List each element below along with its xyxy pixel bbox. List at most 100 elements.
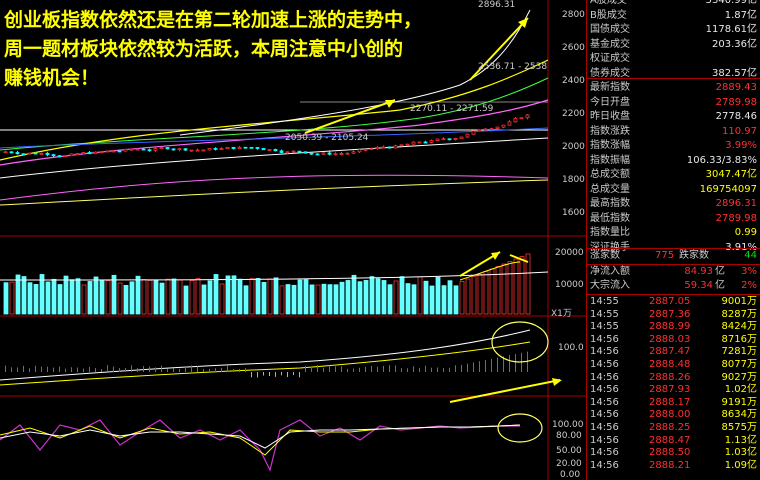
ma-line-magenta-low <box>0 174 549 201</box>
stat-row: 指数振幅 106.33/3.83% <box>587 154 760 169</box>
indicator1-bar <box>215 368 216 372</box>
indicator1-bar <box>233 368 234 372</box>
tick-row[interactable]: 14:56 2888.47 1.13亿 <box>587 435 760 448</box>
tick-price: 2888.21 <box>649 459 691 471</box>
candle-body <box>81 152 86 154</box>
volume-bar <box>453 285 459 315</box>
stat-label: 指数涨跌 <box>590 125 630 137</box>
stat-label: 指数涨幅 <box>590 140 630 151</box>
candle-body <box>441 138 446 141</box>
tick-row[interactable]: 14:56 2888.21 1.09亿 <box>587 460 760 473</box>
tick-row[interactable]: 14:56 2888.00 8634万 <box>587 409 760 422</box>
tick-volume: 1.13亿 <box>724 434 757 446</box>
tick-row[interactable]: 14:56 2888.48 8077万 <box>587 359 760 372</box>
tick-row[interactable]: 14:55 2888.99 8424万 <box>587 321 760 334</box>
candle-body <box>375 146 380 150</box>
candle-body <box>507 121 512 126</box>
indicator2-axis-label: 0.00 <box>560 470 581 480</box>
volume-bar <box>369 276 375 315</box>
candle-body <box>423 141 428 144</box>
stat-label: 昨日收盘 <box>590 111 630 122</box>
volume-bar <box>105 280 111 315</box>
volume-bar <box>483 271 489 315</box>
volume-bar <box>513 258 519 315</box>
candle-body <box>183 148 188 151</box>
candle-body <box>399 144 404 147</box>
volume-bar <box>159 282 165 315</box>
headline-line-1: 创业板指数依然还是在第二轮加速上涨的走势中， <box>4 9 423 31</box>
indicator1-bar <box>179 368 180 372</box>
indicator1-bar <box>95 368 96 372</box>
candle-body <box>195 149 200 152</box>
tick-volume: 9191万 <box>721 396 757 408</box>
volume-axis-label: 10000 <box>555 280 584 290</box>
indicator1-line-white <box>0 329 531 381</box>
indicator1-bar <box>413 366 414 372</box>
candle-body <box>405 143 410 146</box>
down-count-value: 44 <box>744 250 757 261</box>
price-axis-label: 2000 <box>562 142 585 152</box>
indicator1-bar <box>281 372 282 376</box>
volume-bar <box>57 284 63 315</box>
indicator1-bar <box>35 365 36 372</box>
candle-body <box>363 148 368 151</box>
volume-unit-label: X1万 <box>551 309 572 319</box>
volume-bar <box>399 276 405 315</box>
tick-time: 14:56 <box>590 434 619 446</box>
indicator1-bar <box>485 360 486 372</box>
tick-row[interactable]: 14:56 2888.25 8575万 <box>587 422 760 435</box>
indicator1-bar <box>335 366 336 372</box>
flow-value: 59.34 <box>684 280 713 291</box>
price-axis-label: 1800 <box>562 175 585 185</box>
indicator1-bar <box>185 366 186 372</box>
price-axis-label: 2800 <box>562 10 585 20</box>
kline-chart-area[interactable]: 2800 2600 2400 2200 2000 1800 1600 2896.… <box>0 0 586 480</box>
indicator1-bar <box>389 365 390 372</box>
volume-bar <box>423 280 429 315</box>
candle-body <box>261 148 266 151</box>
candle-body <box>333 153 338 156</box>
tick-time: 14:56 <box>590 384 619 396</box>
tick-row[interactable]: 14:56 2887.93 1.02亿 <box>587 384 760 397</box>
candle-body <box>435 138 440 141</box>
tick-row[interactable]: 14:56 2888.03 8716万 <box>587 334 760 347</box>
tick-price: 2887.05 <box>649 296 691 307</box>
tick-row[interactable]: 14:55 2887.36 8287万 <box>587 309 760 322</box>
volume-bar <box>345 280 351 315</box>
tick-row[interactable]: 14:56 2887.47 7281万 <box>587 346 760 359</box>
tick-time: 14:55 <box>590 296 619 307</box>
candle-body <box>15 152 20 155</box>
candle-body <box>39 152 44 155</box>
tick-time: 14:56 <box>590 396 619 408</box>
indicator1-bar <box>365 366 366 372</box>
tick-price: 2888.47 <box>649 434 691 446</box>
stat-label: 基金成交 <box>590 38 630 50</box>
volume-bar <box>51 278 57 315</box>
volume-bar <box>375 278 381 315</box>
volume-bar <box>141 279 147 315</box>
candle-body <box>291 150 296 153</box>
tick-volume: 8575万 <box>721 422 757 433</box>
volume-bar <box>21 276 27 315</box>
tick-row[interactable]: 14:56 2888.50 1.03亿 <box>587 447 760 460</box>
candle-body <box>249 146 254 149</box>
tick-volume: 1.03亿 <box>724 447 757 459</box>
candle-body <box>267 149 272 151</box>
volume-bar <box>165 278 171 315</box>
tick-row[interactable]: 14:56 2888.17 9191万 <box>587 397 760 410</box>
indicator1-bar <box>137 368 138 372</box>
candle-body <box>219 148 224 151</box>
tick-row[interactable]: 14:55 2887.05 9001万 <box>587 296 760 309</box>
indicator1-bar <box>59 366 60 372</box>
candle-body <box>495 126 500 130</box>
candle-body <box>99 151 104 154</box>
volume-bar <box>297 279 303 315</box>
tick-row[interactable]: 14:56 2888.26 9027万 <box>587 372 760 385</box>
candle-body <box>135 148 140 151</box>
tick-time: 14:56 <box>590 371 619 383</box>
tick-price: 2888.99 <box>649 321 691 333</box>
volume-bar <box>459 281 465 315</box>
stat-row: 总成交量 169754097 <box>587 183 760 198</box>
volume-bar <box>213 274 219 315</box>
flow-value: 84.93 <box>684 266 713 277</box>
